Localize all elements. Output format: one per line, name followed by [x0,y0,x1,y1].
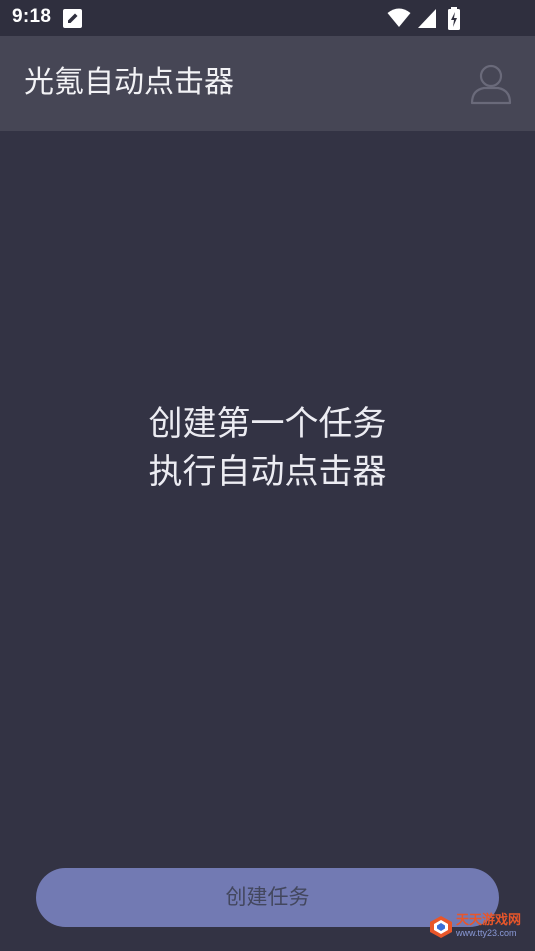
status-bar: 9:18 [0,0,535,36]
battery-charging-icon [448,7,460,30]
watermark-title: 天天游戏网 [456,913,522,928]
cellular-signal-icon [418,9,436,28]
watermark-url: www.tty23.com [456,928,517,938]
user-icon [470,64,512,105]
wifi-icon [387,8,411,27]
watermark: 天天游戏网 www.tty23.com [429,913,529,941]
empty-state-message: 创建第一个任务 执行自动点击器 [0,400,535,496]
empty-state-line-1: 创建第一个任务 [148,404,387,444]
watermark-logo-icon [430,916,452,938]
profile-button[interactable] [467,60,515,108]
app-bar: 光氪自动点击器 [0,36,535,131]
empty-state-line-2: 执行自动点击器 [148,452,387,492]
notification-edit-icon [63,9,82,28]
app-screen: 9:18 光氪自动点击器 创建第一个任务 执行自动点击器 创建任务 天天游戏网 … [0,0,535,951]
status-time: 9:18 [12,6,52,27]
app-title: 光氪自动点击器 [24,65,234,100]
